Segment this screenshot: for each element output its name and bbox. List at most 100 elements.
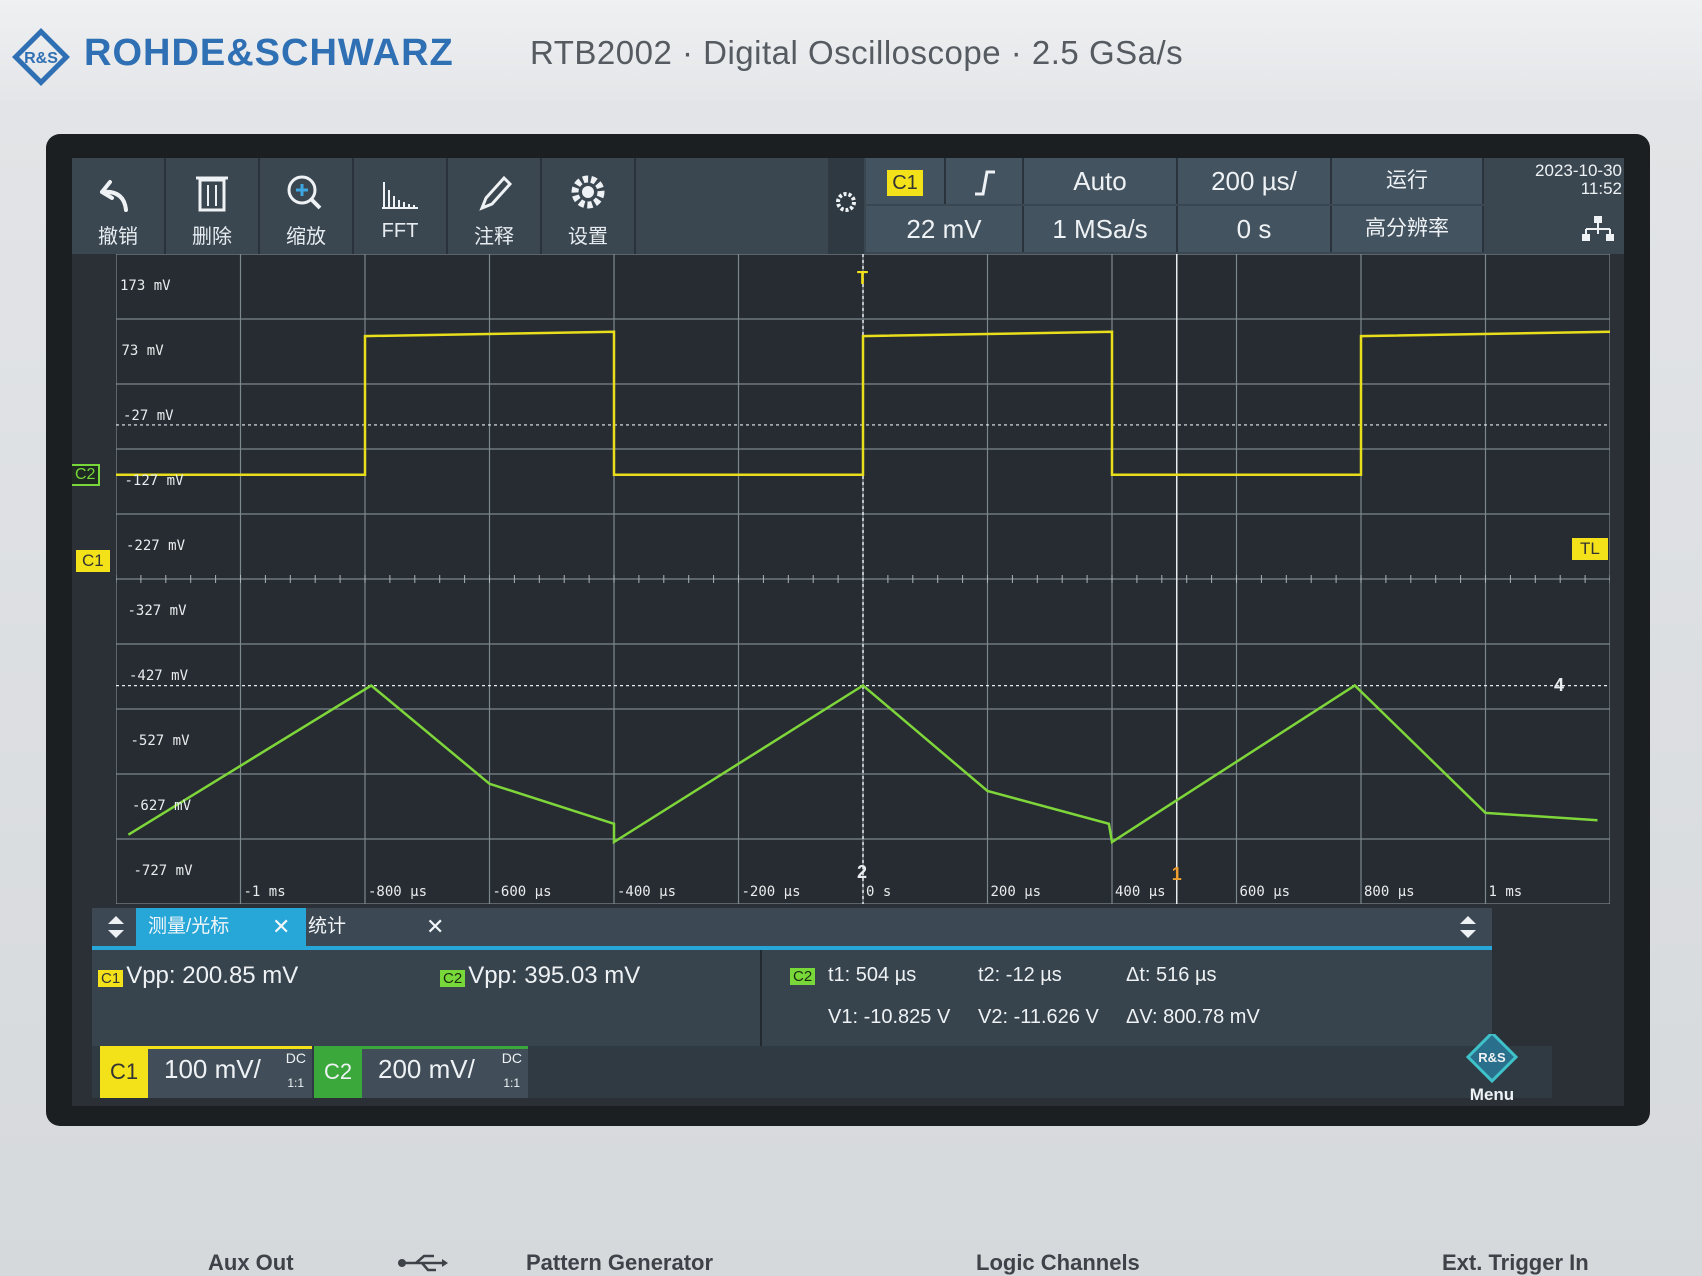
c2-chip: C2 (440, 970, 466, 987)
c2-tag: C2 (314, 1046, 362, 1098)
rs-menu-icon: R&S (1465, 1030, 1519, 1084)
x-tick-label: 800 µs (1364, 884, 1415, 900)
c2-accent (362, 1046, 528, 1049)
cursor-1-marker[interactable]: 1 (1172, 864, 1182, 885)
cursor-dv: ΔV: 800.78 mV (1126, 1006, 1260, 1028)
c1-scale: 100 mV/ (164, 1054, 261, 1084)
waveform-plot (116, 254, 1610, 904)
close-tab2-icon[interactable]: ✕ (426, 908, 444, 946)
cursor-t1: t1: 504 µs (828, 964, 917, 986)
cursor-channel-chip: C2 (790, 964, 818, 987)
c2-probe-ratio: 1:1 (503, 1076, 520, 1090)
settings-button[interactable]: 设置 (542, 158, 636, 254)
c1-accent (148, 1046, 312, 1049)
trigger-time-marker[interactable]: T (857, 268, 868, 289)
quick-settings-button[interactable] (828, 158, 864, 254)
trigger-source[interactable]: C1 (866, 158, 946, 204)
trigger-level-marker[interactable]: TL (1572, 538, 1608, 560)
y-tick-label: -127 mV (124, 472, 184, 489)
y-tick-label: -227 mV (126, 537, 186, 554)
trigger-source-chip: C1 (887, 170, 923, 197)
waveform-display[interactable]: 173 mV 73 mV -27 mV -127 mV -227 mV -327 mV -4… (116, 254, 1610, 904)
x-tick-label: -1 ms (243, 884, 286, 900)
cursor-v1: V1: -10.825 V (828, 1006, 951, 1028)
c1-chip: C1 (98, 970, 124, 987)
horizontal-position[interactable]: 0 s (1178, 206, 1332, 252)
ref-4-marker[interactable]: 4 (1554, 675, 1564, 696)
sample-rate[interactable]: 1 MSa/s (1024, 206, 1178, 252)
trigger-level[interactable]: 22 mV (866, 206, 1024, 252)
x-tick-label: 400 µs (1115, 884, 1166, 900)
ext-trigger-label: Ext. Trigger In (1442, 1250, 1589, 1275)
device-header: R&S ROHDE&SCHWARZ RTB2002 · Digital Osci… (0, 0, 1702, 100)
aux-out-label: Aux Out (208, 1250, 294, 1275)
delete-button[interactable]: 删除 (166, 158, 260, 254)
small-gear-icon (836, 192, 856, 212)
date-text: 2023-10-30 (1535, 161, 1622, 180)
c2-channel-button[interactable]: C2 200 mV/ DC 1:1 (314, 1046, 528, 1098)
y-tick-label: -427 mV (129, 667, 189, 684)
fft-icon (382, 182, 418, 209)
c1-channel-button[interactable]: C1 100 mV/ DC 1:1 (100, 1046, 312, 1098)
fft-label: FFT (381, 220, 419, 242)
close-tab1-icon[interactable]: ✕ (272, 908, 290, 946)
panel-toggle-right-icon[interactable] (1456, 912, 1480, 942)
acquisition-mode[interactable]: 高分辨率 (1332, 206, 1484, 252)
zoom-button[interactable]: 缩放 (260, 158, 354, 254)
x-tick-label: 200 µs (990, 884, 1042, 900)
toolbar: 撤销 删除 缩放 FFT 注释 设置 C1 22 mV Auto 1 MSa/s… (72, 158, 1624, 254)
x-tick-label: 600 µs (1239, 884, 1291, 900)
time-text: 11:52 (1580, 179, 1622, 198)
c1-coupling: DC (285, 1050, 306, 1066)
network-icon (1582, 216, 1614, 241)
panel-toggle-icon[interactable] (104, 912, 128, 942)
trigger-mode[interactable]: Auto (1024, 158, 1178, 204)
y-tick-label: -727 mV (133, 862, 193, 879)
usb-icon (398, 1254, 448, 1272)
rs-logo-icon: R&S (12, 28, 70, 86)
run-stop-state[interactable]: 运行 (1332, 158, 1484, 204)
undo-icon (100, 180, 128, 212)
x-tick-label: 1 ms (1488, 884, 1523, 900)
timebase[interactable]: 200 µs/ (1178, 158, 1332, 204)
model-text: RTB2002 · Digital Oscilloscope · 2.5 GSa… (530, 34, 1184, 71)
trigger-slope[interactable] (946, 158, 1024, 204)
undo-button[interactable]: 撤销 (72, 158, 166, 254)
c1-vpp-value: Vpp: 200.85 mV (126, 962, 299, 989)
menu-label: Menu (1469, 1085, 1515, 1104)
delete-label: 删除 (192, 226, 232, 248)
y-tick-label: -27 mV (123, 407, 174, 424)
zoom-label: 缩放 (286, 226, 326, 248)
fft-button[interactable]: FFT (354, 158, 448, 254)
c1-probe-ratio: 1:1 (287, 1076, 304, 1090)
y-tick-label: 173 mV (120, 277, 171, 294)
c2-coupling: DC (501, 1050, 522, 1066)
c1-vpp-result[interactable]: C1 Vpp: 200.85 mV (98, 962, 298, 990)
c2-offset-marker[interactable]: C2 (72, 464, 101, 486)
c2-vpp-value: Vpp: 395.03 mV (468, 962, 641, 989)
c2-scale: 200 mV/ (378, 1054, 475, 1084)
x-tick-label: -800 µs (368, 884, 428, 900)
x-tick-label: -400 µs (617, 884, 677, 900)
c1-offset-marker[interactable]: C1 (76, 550, 110, 572)
measurement-divider (760, 950, 762, 1046)
scope-screen: 撤销 删除 缩放 FFT 注释 设置 C1 22 mV Auto 1 MSa/s… (72, 158, 1624, 1106)
c2-vpp-result[interactable]: C2 Vpp: 395.03 mV (440, 962, 640, 990)
y-tick-label: 73 mV (121, 342, 164, 359)
datetime: 2023-10-30 11:52 (1532, 162, 1622, 198)
cursor-2-marker[interactable]: 2 (857, 862, 867, 883)
rising-edge-icon (975, 170, 995, 196)
trash-icon (196, 176, 228, 212)
cursor-c2-chip: C2 (790, 968, 816, 985)
annotate-button[interactable]: 注释 (448, 158, 542, 254)
cursor-v2: V2: -11.626 V (978, 1006, 1099, 1028)
menu-button[interactable]: R&S Menu (1444, 1030, 1540, 1106)
pencil-icon (479, 175, 513, 211)
c1-tag: C1 (100, 1046, 148, 1098)
x-tick-label: -600 µs (492, 884, 552, 900)
y-tick-label: -527 mV (130, 732, 190, 749)
cursor-dt: Δt: 516 µs (1126, 964, 1217, 986)
zoom-icon (287, 175, 322, 210)
gear-icon (571, 175, 605, 209)
x-tick-label: 0 s (866, 884, 892, 900)
